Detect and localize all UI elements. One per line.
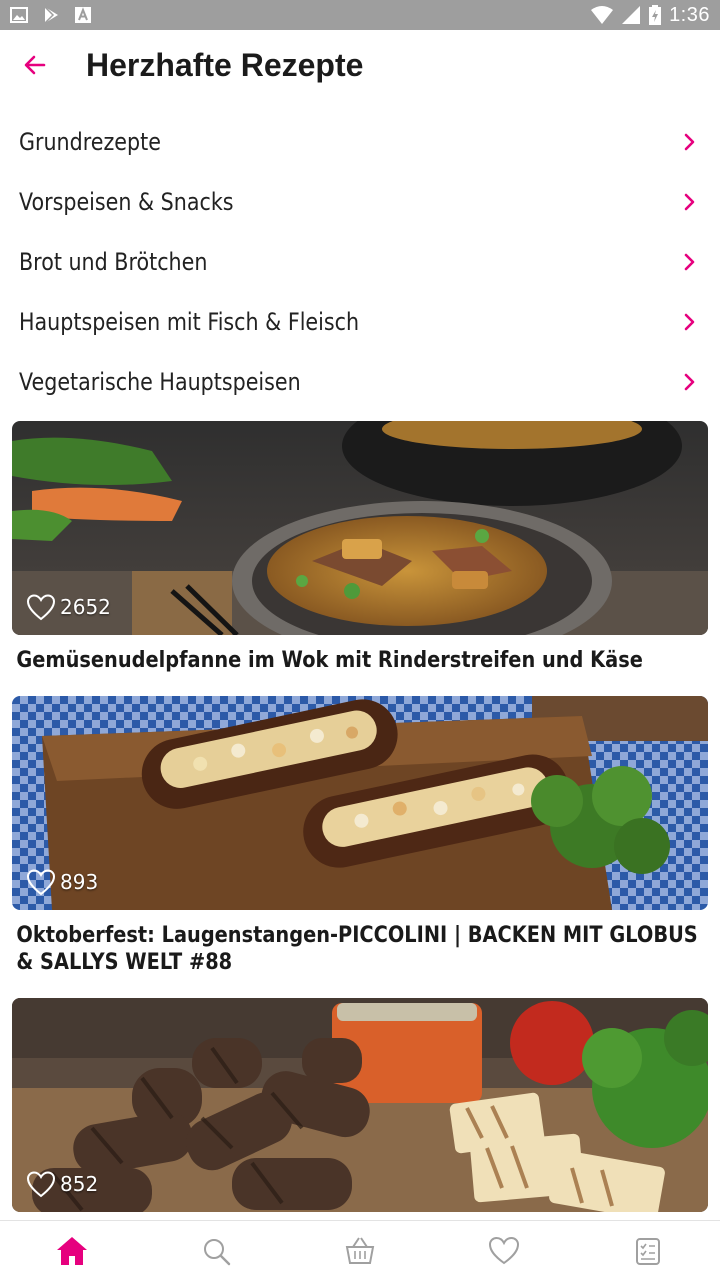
- likes-count-group: 852: [26, 1170, 98, 1198]
- likes-count-group: 2652: [26, 593, 111, 621]
- nav-basket[interactable]: [288, 1221, 432, 1280]
- chevron-right-icon: [684, 133, 695, 151]
- status-icons-right: 1:36: [591, 4, 710, 27]
- heart-icon[interactable]: [26, 868, 56, 896]
- nav-home[interactable]: [0, 1221, 144, 1280]
- recipe-image: 893: [12, 696, 708, 910]
- likes-count: 2652: [60, 595, 111, 619]
- search-icon: [204, 1238, 231, 1265]
- recipe-image: 2652: [12, 421, 708, 635]
- category-item-grundrezepte[interactable]: Grundrezepte: [0, 112, 720, 172]
- chevron-right-icon: [684, 313, 695, 331]
- signal-icon: [622, 6, 641, 24]
- heart-icon: [488, 1236, 520, 1264]
- screen: 1:36 Herzhafte Rezepte Grundrezepte Vors…: [0, 0, 720, 1280]
- nav-favorites[interactable]: [432, 1221, 576, 1280]
- chevron-right-icon: [684, 253, 695, 271]
- image-icon: [10, 7, 28, 23]
- category-label: Vegetarische Hauptspeisen: [19, 368, 301, 396]
- bottom-navigation: [0, 1220, 720, 1280]
- basket-icon: [345, 1236, 375, 1264]
- heart-icon[interactable]: [26, 593, 56, 621]
- category-label: Vorspeisen & Snacks: [19, 188, 234, 216]
- chevron-right-icon: [684, 193, 695, 211]
- status-time: 1:36: [669, 3, 710, 26]
- battery-icon: [649, 5, 662, 25]
- recipe-image: 852: [12, 998, 708, 1212]
- font-icon: [75, 7, 91, 23]
- nav-search[interactable]: [144, 1221, 288, 1280]
- home-icon: [57, 1236, 87, 1265]
- status-icons-left: [10, 6, 92, 24]
- likes-count: 893: [60, 870, 99, 894]
- play-store-icon: [44, 6, 58, 24]
- recipe-card[interactable]: 852: [12, 998, 708, 1212]
- status-bar: 1:36: [0, 0, 720, 30]
- app-bar: Herzhafte Rezepte: [0, 30, 720, 100]
- list-icon: [636, 1237, 660, 1265]
- category-list: Grundrezepte Vorspeisen & Snacks Brot un…: [0, 112, 720, 412]
- wifi-icon: [591, 6, 614, 24]
- category-item-vorspeisen[interactable]: Vorspeisen & Snacks: [0, 172, 720, 232]
- category-item-brot[interactable]: Brot und Brötchen: [0, 232, 720, 292]
- recipe-card[interactable]: 2652 Gemüsenudelpfanne im Wok mit Rinder…: [12, 421, 708, 674]
- category-label: Hauptspeisen mit Fisch & Fleisch: [19, 308, 360, 336]
- back-button[interactable]: [0, 30, 70, 100]
- heart-icon[interactable]: [26, 1170, 56, 1198]
- likes-count-group: 893: [26, 868, 98, 896]
- chevron-right-icon: [684, 373, 695, 391]
- category-item-vegetarisch[interactable]: Vegetarische Hauptspeisen: [0, 352, 720, 412]
- category-label: Grundrezepte: [19, 128, 161, 156]
- category-label: Brot und Brötchen: [19, 248, 208, 276]
- likes-count: 852: [60, 1172, 99, 1196]
- category-item-hauptspeisen[interactable]: Hauptspeisen mit Fisch & Fleisch: [0, 292, 720, 352]
- nav-shopping-list[interactable]: [576, 1221, 720, 1280]
- arrow-left-icon: [24, 55, 46, 75]
- recipe-title: Oktoberfest: Laugenstangen-PICCOLINI | B…: [16, 923, 698, 975]
- recipe-card[interactable]: 893 Oktoberfest: Laugenstangen-PICCOLINI…: [12, 696, 708, 976]
- page-title: Herzhafte Rezepte: [86, 46, 364, 83]
- recipe-title: Gemüsenudelpfanne im Wok mit Rinderstrei…: [16, 648, 643, 673]
